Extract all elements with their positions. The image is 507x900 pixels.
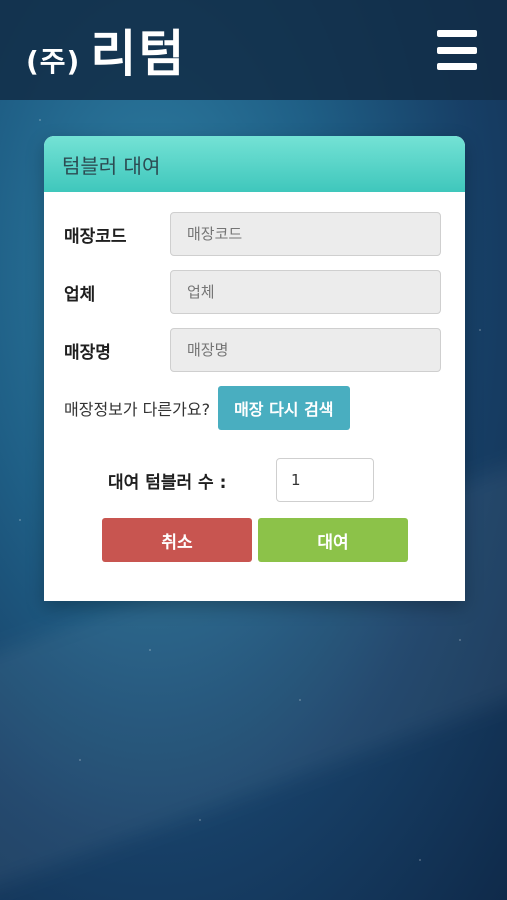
tumbler-count-input[interactable] [276, 458, 374, 502]
store-name-label: 매장명 [64, 342, 111, 363]
store-code-row: 매장코드 [64, 212, 443, 256]
menu-line [437, 46, 477, 54]
brand-logo: (주) 리텀 [0, 14, 186, 86]
menu-line [437, 30, 477, 37]
store-mismatch-text: 매장정보가 다른가요? [64, 400, 211, 419]
company-label: 업체 [64, 284, 96, 305]
menu-line [437, 63, 477, 70]
logo-brand-name: 리텀 [90, 25, 187, 83]
hamburger-menu-icon[interactable] [437, 30, 477, 70]
store-code-label: 매장코드 [64, 226, 127, 247]
tumbler-count-label: 대여 텀블러 수 : [108, 472, 227, 493]
logo-company-prefix: (주) [26, 45, 81, 78]
app-header: (주) 리텀 [0, 0, 507, 100]
panel-title: 텀블러 대여 [62, 153, 161, 178]
store-code-input[interactable] [170, 212, 441, 256]
store-name-row: 매장명 [64, 328, 443, 372]
rental-form: 매장코드 업체 매장명 매장정보가 다른가요? 매장 다시 검색 대여 텀블러 … [44, 192, 465, 562]
rent-button[interactable]: 대여 [258, 518, 408, 562]
tumbler-count-row: 대여 텀블러 수 : [64, 458, 443, 502]
store-name-input[interactable] [170, 328, 441, 372]
form-actions: 취소 대여 [64, 518, 443, 562]
search-store-again-button[interactable]: 매장 다시 검색 [218, 386, 350, 430]
company-row: 업체 [64, 270, 443, 314]
panel-header: 텀블러 대여 [44, 136, 465, 192]
store-mismatch-row: 매장정보가 다른가요? 매장 다시 검색 [64, 386, 443, 430]
rental-panel: 텀블러 대여 매장코드 업체 매장명 매장정보가 다른가요? 매장 다시 검색 … [44, 136, 465, 601]
company-input[interactable] [170, 270, 441, 314]
cancel-button[interactable]: 취소 [102, 518, 252, 562]
